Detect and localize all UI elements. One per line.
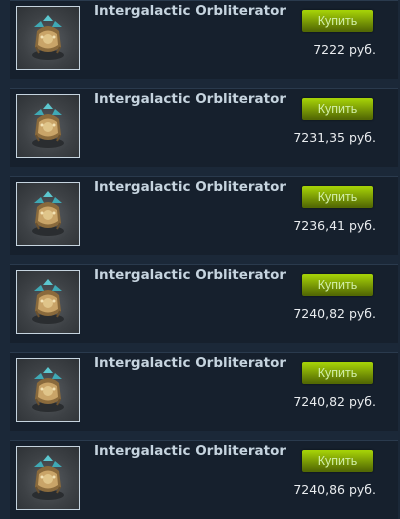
item-price: 7240,86 руб. xyxy=(293,482,376,497)
listing-row: Intergalactic Orbliterator Купить 7231,3… xyxy=(10,88,398,167)
item-name[interactable]: Intergalactic Orbliterator xyxy=(94,3,286,19)
item-name[interactable]: Intergalactic Orbliterator xyxy=(94,443,286,459)
item-price: 7240,82 руб. xyxy=(293,394,376,409)
item-price: 7240,82 руб. xyxy=(293,306,376,321)
buy-button[interactable]: Купить xyxy=(302,98,373,120)
listing-row: Intergalactic Orbliterator Купить 7222 р… xyxy=(10,0,398,79)
listing-row: Intergalactic Orbliterator Купить 7236,4… xyxy=(10,176,398,255)
item-price: 7236,41 руб. xyxy=(293,218,376,233)
item-thumbnail[interactable] xyxy=(16,358,80,422)
item-name[interactable]: Intergalactic Orbliterator xyxy=(94,179,286,195)
orbliterator-icon xyxy=(32,15,64,60)
buy-button[interactable]: Купить xyxy=(302,186,373,208)
item-price: 7231,35 руб. xyxy=(293,130,376,145)
orbliterator-icon xyxy=(32,103,64,148)
buy-button[interactable]: Купить xyxy=(302,274,373,296)
buy-button[interactable]: Купить xyxy=(302,362,373,384)
item-name[interactable]: Intergalactic Orbliterator xyxy=(94,91,286,107)
buy-button[interactable]: Купить xyxy=(302,10,373,32)
listing-row: Intergalactic Orbliterator Купить 7240,8… xyxy=(10,264,398,343)
orbliterator-icon xyxy=(32,367,64,412)
orbliterator-icon xyxy=(32,279,64,324)
item-thumbnail[interactable] xyxy=(16,94,80,158)
item-thumbnail[interactable] xyxy=(16,182,80,246)
buy-button[interactable]: Купить xyxy=(302,450,373,472)
listing-row: Intergalactic Orbliterator Купить 7240,8… xyxy=(10,352,398,431)
listing-row: Intergalactic Orbliterator Купить 7240,8… xyxy=(10,440,398,519)
item-thumbnail[interactable] xyxy=(16,270,80,334)
orbliterator-icon xyxy=(32,191,64,236)
item-name[interactable]: Intergalactic Orbliterator xyxy=(94,267,286,283)
item-price: 7222 руб. xyxy=(313,42,376,57)
item-name[interactable]: Intergalactic Orbliterator xyxy=(94,355,286,371)
orbliterator-icon xyxy=(32,455,64,500)
item-thumbnail[interactable] xyxy=(16,6,80,70)
item-thumbnail[interactable] xyxy=(16,446,80,510)
